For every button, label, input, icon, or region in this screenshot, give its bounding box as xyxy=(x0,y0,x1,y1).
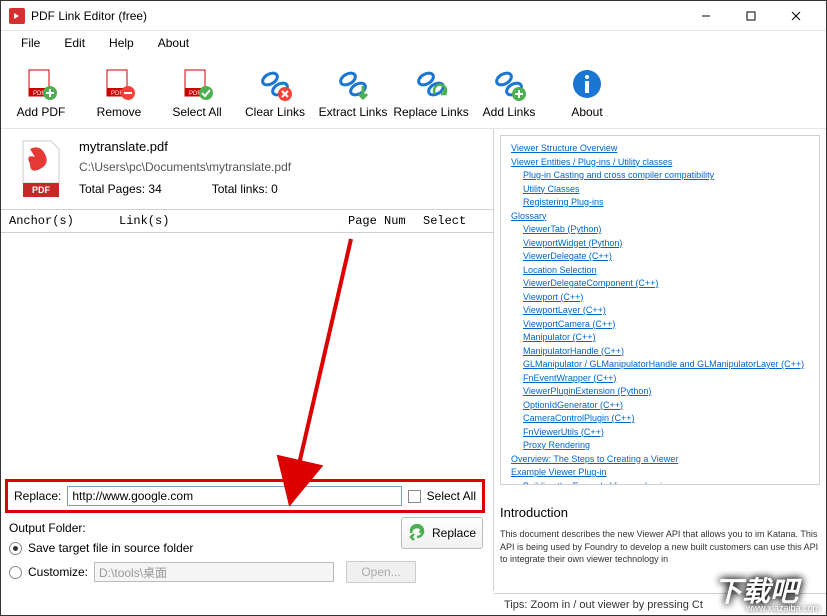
pdf-remove-icon: PDF xyxy=(100,65,138,103)
tool-label: Remove xyxy=(97,105,142,119)
menu-help[interactable]: Help xyxy=(97,34,146,52)
titlebar: PDF Link Editor (free) xyxy=(1,1,826,31)
preview-link[interactable]: Utility Classes xyxy=(523,183,809,197)
preview-link[interactable]: GLManipulator / GLManipulatorHandle and … xyxy=(523,358,809,372)
toolbar: PDF Add PDF PDF Remove PDF Select All Cl… xyxy=(1,55,826,129)
close-button[interactable] xyxy=(773,2,818,30)
preview-link[interactable]: Viewer Structure Overview xyxy=(511,142,809,156)
status-tip: Tips: Zoom in / out viewer by pressing C… xyxy=(504,599,703,611)
preview-link[interactable]: ViewportWidget (Python) xyxy=(523,237,809,251)
tool-label: Extract Links xyxy=(319,105,388,119)
preview-link[interactable]: ViewportLayer (C++) xyxy=(523,304,809,318)
col-page[interactable]: Page Num xyxy=(348,214,423,228)
file-path: C:\Users\pc\Documents\mytranslate.pdf xyxy=(79,160,479,174)
radio-source-label: Save target file in source folder xyxy=(28,541,193,555)
preview-link[interactable]: ManipulatorHandle (C++) xyxy=(523,345,809,359)
clear-links-button[interactable]: Clear Links xyxy=(245,65,305,119)
total-pages-value: 34 xyxy=(148,182,161,196)
preview-link[interactable]: FnViewerUtils (C++) xyxy=(523,426,809,440)
replace-links-icon xyxy=(412,65,450,103)
remove-button[interactable]: PDF Remove xyxy=(89,65,149,119)
list-header: Anchor(s) Link(s) Page Num Select xyxy=(1,209,493,233)
replace-input[interactable] xyxy=(67,486,401,506)
select-all-checkbox[interactable] xyxy=(408,490,421,503)
file-info: PDF mytranslate.pdf C:\Users\pc\Document… xyxy=(1,129,493,209)
tool-label: Select All xyxy=(172,105,221,119)
replace-button[interactable]: Replace xyxy=(401,517,483,549)
add-links-button[interactable]: Add Links xyxy=(479,65,539,119)
total-links-value: 0 xyxy=(271,182,278,196)
preview-link[interactable]: Example Viewer Plug-in xyxy=(511,466,809,480)
intro-title: Introduction xyxy=(500,505,820,520)
extract-links-icon xyxy=(334,65,372,103)
col-anchor[interactable]: Anchor(s) xyxy=(9,214,119,228)
left-panel: PDF mytranslate.pdf C:\Users\pc\Document… xyxy=(1,129,494,591)
tool-label: Add Links xyxy=(483,105,536,119)
clear-links-icon xyxy=(256,65,294,103)
right-panel: Viewer Structure OverviewViewer Entities… xyxy=(494,129,826,591)
app-icon xyxy=(9,8,25,24)
preview-link[interactable]: ViewerTab (Python) xyxy=(523,223,809,237)
minimize-button[interactable] xyxy=(683,2,728,30)
preview-link[interactable]: Proxy Rendering xyxy=(523,439,809,453)
replace-label: Replace: xyxy=(14,489,61,503)
preview-link[interactable]: Building the Example Viewer plug-in xyxy=(523,480,809,486)
total-links-label: Total links: xyxy=(212,182,268,196)
col-select[interactable]: Select xyxy=(423,214,485,228)
info-icon xyxy=(568,65,606,103)
menu-about[interactable]: About xyxy=(146,34,201,52)
radio-customize-label: Customize: xyxy=(28,565,88,579)
preview-link[interactable]: ViewerDelegate (C++) xyxy=(523,250,809,264)
preview-link[interactable]: ViewerPluginExtension (Python) xyxy=(523,385,809,399)
preview-link[interactable]: Plug-in Casting and cross compiler compa… xyxy=(523,169,809,183)
preview-link[interactable]: Location Selection xyxy=(523,264,809,278)
tool-label: Clear Links xyxy=(245,105,305,119)
add-pdf-button[interactable]: PDF Add PDF xyxy=(11,65,71,119)
arrow-annotation xyxy=(91,229,371,512)
col-links[interactable]: Link(s) xyxy=(119,214,348,228)
preview-link[interactable]: ViewportCamera (C++) xyxy=(523,318,809,332)
preview-link[interactable]: CameraControlPlugin (C++) xyxy=(523,412,809,426)
preview-link[interactable]: Manipulator (C++) xyxy=(523,331,809,345)
output-area: Output Folder: Save target file in sourc… xyxy=(9,521,485,589)
file-name: mytranslate.pdf xyxy=(79,139,479,154)
preview-scroll[interactable]: Viewer Structure OverviewViewer Entities… xyxy=(500,135,820,485)
pdf-select-icon: PDF xyxy=(178,65,216,103)
status-bar: Tips: Zoom in / out viewer by pressing C… xyxy=(494,593,826,615)
tool-label: Add PDF xyxy=(17,105,66,119)
window-title: PDF Link Editor (free) xyxy=(31,9,683,23)
tool-label: Replace Links xyxy=(393,105,468,119)
tool-label: About xyxy=(571,105,602,119)
add-links-icon xyxy=(490,65,528,103)
menubar: File Edit Help About xyxy=(1,31,826,55)
preview-link[interactable]: Viewer Entities / Plug-ins / Utility cla… xyxy=(511,156,809,170)
preview-link[interactable]: Registering Plug-ins xyxy=(523,196,809,210)
pdf-add-icon: PDF xyxy=(22,65,60,103)
select-all-label: Select All xyxy=(427,489,476,503)
replace-links-button[interactable]: Replace Links xyxy=(401,65,461,119)
about-button[interactable]: About xyxy=(557,65,617,119)
svg-text:PDF: PDF xyxy=(32,185,51,195)
preview-link[interactable]: ViewerDelegateComponent (C++) xyxy=(523,277,809,291)
customize-path-input[interactable] xyxy=(94,562,334,582)
extract-links-button[interactable]: Extract Links xyxy=(323,65,383,119)
preview-link[interactable]: OptionIdGenerator (C++) xyxy=(523,399,809,413)
maximize-button[interactable] xyxy=(728,2,773,30)
preview-link[interactable]: Viewport (C++) xyxy=(523,291,809,305)
total-pages-label: Total Pages: xyxy=(79,182,145,196)
radio-source-folder[interactable] xyxy=(9,542,22,555)
menu-edit[interactable]: Edit xyxy=(52,34,97,52)
preview-link[interactable]: Overview: The Steps to Creating a Viewer xyxy=(511,453,809,467)
preview-link[interactable]: Glossary xyxy=(511,210,809,224)
radio-customize[interactable] xyxy=(9,566,22,579)
menu-file[interactable]: File xyxy=(9,34,52,52)
replace-btn-label: Replace xyxy=(432,526,476,540)
replace-arrow-icon xyxy=(408,524,426,542)
open-button[interactable]: Open... xyxy=(346,561,416,583)
pdf-file-icon: PDF xyxy=(15,139,65,199)
intro-text: This document describes the new Viewer A… xyxy=(500,528,820,566)
preview-link[interactable]: FnEventWrapper (C++) xyxy=(523,372,809,386)
replace-row: Replace: Select All xyxy=(5,479,485,513)
select-all-button[interactable]: PDF Select All xyxy=(167,65,227,119)
